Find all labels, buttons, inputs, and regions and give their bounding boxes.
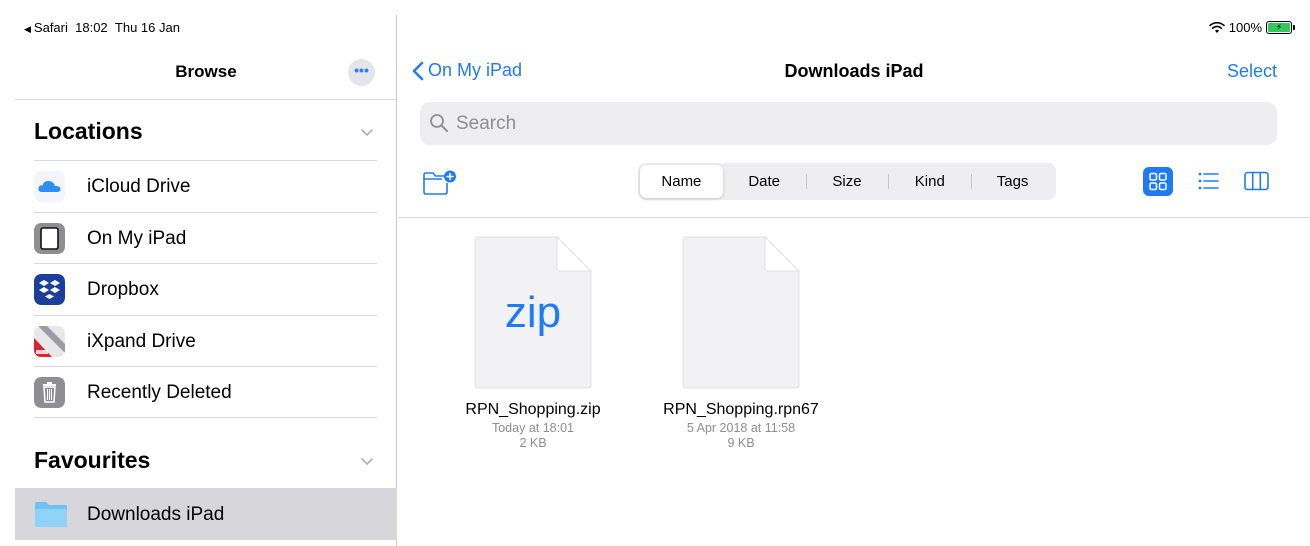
file-name: RPN_Shopping.rpn67	[663, 401, 819, 418]
sort-by-date[interactable]: Date	[723, 165, 806, 198]
status-time: 18:02	[75, 20, 108, 35]
locations-chevron-icon[interactable]	[360, 126, 374, 140]
document-file-icon	[682, 235, 801, 389]
wifi-icon	[1208, 21, 1225, 33]
sidebar-item-label: iCloud Drive	[87, 176, 191, 197]
locations-heading[interactable]: Locations	[34, 118, 143, 145]
select-button[interactable]: Select	[1227, 61, 1277, 82]
sidebar-item-label: Recently Deleted	[87, 382, 232, 403]
status-bar-left: ◀ Safari 18:02 Thu 16 Jan	[24, 20, 180, 35]
sidebar-item-label: On My iPad	[87, 227, 187, 249]
battery-percent: 100%	[1228, 20, 1262, 35]
sidebar-item-downloads-ipad[interactable]: Downloads iPad	[15, 488, 397, 540]
back-app-label[interactable]: Safari	[34, 20, 68, 35]
sidebar-item-on-my-ipad[interactable]: On My iPad	[34, 211, 377, 264]
sidebar-item-label: Dropbox	[87, 279, 159, 300]
file-size: 2 KB	[519, 436, 547, 450]
toolbar-divider	[398, 217, 1310, 218]
file-date: 5 Apr 2018 at 11:58	[686, 421, 796, 435]
file-item-zip[interactable]: zip RPN_Shopping.zip Today at 18:01 2 KB	[438, 235, 628, 451]
page-title: Downloads iPad	[784, 61, 924, 81]
sidebar-item-dropbox[interactable]: Dropbox	[34, 263, 377, 315]
file-item-rpn67[interactable]: RPN_Shopping.rpn67 5 Apr 2018 at 11:58 9…	[646, 235, 836, 451]
ipad-icon	[34, 222, 65, 254]
sort-by-name[interactable]: Name	[640, 165, 723, 198]
zip-thumb-label: zip	[504, 288, 562, 337]
sidebar-title: Browse	[175, 62, 237, 81]
battery-icon: ⚡	[1266, 21, 1295, 34]
ixpand-icon	[34, 325, 65, 357]
trash-icon	[34, 377, 65, 408]
list-view-icon[interactable]	[1198, 171, 1220, 191]
column-view-icon[interactable]	[1244, 171, 1269, 191]
dropbox-icon	[34, 274, 65, 305]
favourites-chevron-icon[interactable]	[360, 455, 374, 469]
grid-icon	[1149, 172, 1167, 191]
main-pane: 100% ⚡ On My iPad Downloads iPad Select …	[398, 15, 1310, 546]
sort-by-size[interactable]: Size	[805, 165, 889, 198]
locations-list: iCloud Drive On My iPad Dropbox iXpand D…	[34, 160, 377, 418]
sort-by-tags[interactable]: Tags	[971, 165, 1054, 198]
search-input[interactable]	[456, 102, 1256, 145]
icloud-icon	[34, 171, 65, 202]
status-date: Thu 16 Jan	[114, 20, 180, 35]
sidebar-item-label: Downloads iPad	[87, 504, 225, 525]
file-name: RPN_Shopping.zip	[465, 401, 601, 418]
back-to-app-icon[interactable]: ◀	[24, 24, 31, 34]
folder-icon	[35, 502, 67, 527]
sidebar-item-ixpand-drive[interactable]: iXpand Drive	[34, 314, 377, 367]
sort-control: Name Date Size Kind Tags	[638, 163, 1056, 200]
sidebar-item-label: iXpand Drive	[87, 330, 196, 352]
file-size: 9 KB	[727, 436, 755, 450]
new-folder-icon[interactable]	[422, 170, 458, 196]
screen-top-edge	[0, 0, 1310, 15]
search-icon	[430, 114, 448, 132]
file-date: Today at 18:01	[491, 421, 574, 435]
sort-by-kind[interactable]: Kind	[888, 165, 971, 198]
sidebar-item-icloud-drive[interactable]: iCloud Drive	[34, 160, 377, 212]
search-bar[interactable]	[420, 102, 1277, 145]
favourites-heading[interactable]: Favourites	[34, 447, 150, 474]
sidebar-item-recently-deleted[interactable]: Recently Deleted	[34, 366, 377, 418]
status-bar-right: 100% ⚡	[1208, 20, 1295, 35]
zip-file-icon: zip	[474, 235, 593, 389]
more-options-button[interactable]: •••	[348, 59, 375, 86]
grid-view-button[interactable]	[1143, 167, 1173, 196]
sidebar-header: Browse •••	[15, 50, 397, 100]
